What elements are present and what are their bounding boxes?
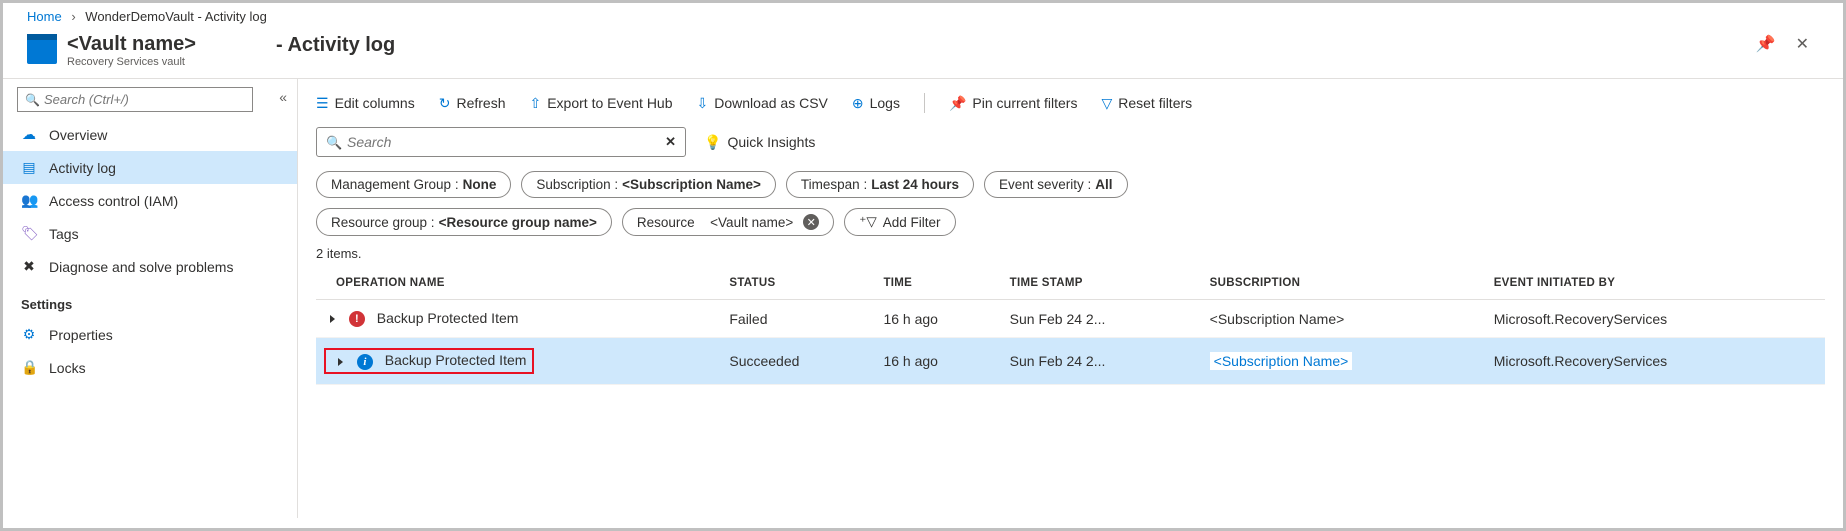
- expand-icon[interactable]: [330, 315, 335, 323]
- pin-icon: 📌: [949, 95, 966, 112]
- filter-severity[interactable]: Event severity : All: [984, 171, 1128, 198]
- chevron-right-icon: ›: [71, 9, 75, 24]
- page-subtitle: Recovery Services vault: [67, 56, 196, 68]
- col-time[interactable]: TIME: [875, 267, 1001, 300]
- col-timestamp[interactable]: TIME STAMP: [1002, 267, 1202, 300]
- filter-timespan[interactable]: Timespan : Last 24 hours: [786, 171, 974, 198]
- sidebar-item-label: Access control (IAM): [49, 193, 178, 209]
- reset-filters-button[interactable]: ▽Reset filters: [1101, 95, 1192, 112]
- cell-initiated-by: Microsoft.RecoveryServices: [1486, 300, 1825, 338]
- download-icon: ⇩: [697, 95, 709, 112]
- wrench-icon: ✖: [21, 258, 37, 275]
- sidebar-item-tags[interactable]: 🏷 Tags: [3, 217, 297, 250]
- col-subscription[interactable]: SUBSCRIPTION: [1202, 267, 1486, 300]
- filter-subscription[interactable]: Subscription : <Subscription Name>: [521, 171, 776, 198]
- filter-clear-icon: ▽: [1101, 95, 1112, 112]
- sidebar-item-label: Activity log: [49, 160, 116, 176]
- cell-time: 16 h ago: [875, 300, 1001, 338]
- filter-management-group[interactable]: Management Group : None: [316, 171, 511, 198]
- filter-resource[interactable]: Resource <Vault name>✕: [622, 208, 834, 236]
- op-name: Backup Protected Item: [385, 352, 527, 368]
- table-row[interactable]: i Backup Protected Item Succeeded 16 h a…: [316, 338, 1825, 384]
- section-title: - Activity log: [276, 34, 395, 57]
- sidebar-item-label: Properties: [49, 327, 113, 343]
- cell-subscription-link[interactable]: <Subscription Name>: [1210, 352, 1353, 370]
- export-button[interactable]: ⇧Export to Event Hub: [529, 95, 672, 112]
- col-operation[interactable]: OPERATION NAME: [316, 267, 721, 300]
- tag-icon: 🏷: [21, 225, 37, 242]
- columns-icon: ☰: [316, 95, 329, 112]
- pin-icon[interactable]: 📌: [1756, 34, 1776, 54]
- status-failed-icon: !: [349, 311, 365, 327]
- sidebar-item-access-control[interactable]: 👥 Access control (IAM): [3, 184, 297, 217]
- op-name: Backup Protected Item: [377, 310, 519, 326]
- clear-search-icon[interactable]: ✕: [665, 134, 676, 150]
- sidebar-group-settings: Settings: [3, 283, 297, 318]
- sliders-icon: ⚙: [21, 326, 37, 343]
- sidebar-item-locks[interactable]: 🔒 Locks: [3, 351, 297, 384]
- activity-table: OPERATION NAME STATUS TIME TIME STAMP SU…: [316, 267, 1825, 385]
- sidebar-item-properties[interactable]: ⚙ Properties: [3, 318, 297, 351]
- bulb-icon: 💡: [704, 134, 721, 151]
- log-icon: ▤: [21, 159, 37, 176]
- filter-add-icon: ⁺▽: [859, 214, 877, 230]
- people-icon: 👥: [21, 192, 37, 209]
- cell-initiated-by: Microsoft.RecoveryServices: [1486, 338, 1825, 384]
- main-search: 🔍 ✕: [316, 127, 686, 157]
- main-content: ☰Edit columns ↻Refresh ⇧Export to Event …: [298, 79, 1843, 518]
- sidebar: 🔍 « ☁ Overview ▤ Activity log 👥 Access c…: [3, 79, 298, 518]
- cell-status: Succeeded: [721, 338, 875, 384]
- page-title: <Vault name>: [67, 34, 196, 54]
- upload-icon: ⇧: [529, 95, 541, 112]
- collapse-icon[interactable]: «: [279, 89, 287, 105]
- search-icon: 🔍: [326, 135, 342, 151]
- separator: [924, 93, 925, 113]
- logs-button[interactable]: ⊕Logs: [852, 95, 900, 112]
- download-csv-button[interactable]: ⇩Download as CSV: [697, 95, 828, 112]
- sidebar-item-label: Locks: [49, 360, 86, 376]
- col-status[interactable]: STATUS: [721, 267, 875, 300]
- cell-timestamp: Sun Feb 24 2...: [1002, 300, 1202, 338]
- breadcrumb-current: WonderDemoVault - Activity log: [85, 9, 267, 24]
- sidebar-item-label: Overview: [49, 127, 107, 143]
- filter-pills: Management Group : None Subscription : <…: [316, 171, 1825, 198]
- cell-time: 16 h ago: [875, 338, 1001, 384]
- sidebar-item-label: Diagnose and solve problems: [49, 259, 233, 275]
- edit-columns-button[interactable]: ☰Edit columns: [316, 95, 415, 112]
- add-filter-button[interactable]: ⁺▽Add Filter: [844, 208, 955, 236]
- logs-icon: ⊕: [852, 95, 864, 112]
- status-success-icon: i: [357, 354, 373, 370]
- cell-status: Failed: [721, 300, 875, 338]
- highlight-box: i Backup Protected Item: [324, 348, 534, 373]
- sidebar-search-input[interactable]: [17, 87, 253, 112]
- breadcrumb-home[interactable]: Home: [27, 9, 62, 24]
- main-search-input[interactable]: [316, 127, 686, 157]
- refresh-button[interactable]: ↻Refresh: [439, 95, 506, 112]
- remove-filter-icon[interactable]: ✕: [803, 214, 819, 230]
- sidebar-item-label: Tags: [49, 226, 79, 242]
- search-icon: 🔍: [25, 93, 40, 107]
- pin-filters-button[interactable]: 📌Pin current filters: [949, 95, 1077, 112]
- sidebar-item-overview[interactable]: ☁ Overview: [3, 118, 297, 151]
- filter-resource-group[interactable]: Resource group : <Resource group name>: [316, 208, 612, 236]
- table-row[interactable]: ! Backup Protected Item Failed 16 h ago …: [316, 300, 1825, 338]
- cell-subscription: <Subscription Name>: [1202, 300, 1486, 338]
- refresh-icon: ↻: [439, 95, 451, 112]
- cloud-icon: ☁: [21, 126, 37, 143]
- lock-icon: 🔒: [21, 359, 37, 376]
- cell-timestamp: Sun Feb 24 2...: [1002, 338, 1202, 384]
- page-header: <Vault name> Recovery Services vault - A…: [3, 28, 1843, 79]
- breadcrumb: Home › WonderDemoVault - Activity log: [3, 3, 1843, 28]
- quick-insights-button[interactable]: 💡 Quick Insights: [704, 134, 815, 151]
- sidebar-item-diagnose[interactable]: ✖ Diagnose and solve problems: [3, 250, 297, 283]
- toolbar: ☰Edit columns ↻Refresh ⇧Export to Event …: [316, 91, 1825, 127]
- col-initiated-by[interactable]: EVENT INITIATED BY: [1486, 267, 1825, 300]
- vault-icon: [27, 34, 57, 64]
- close-icon[interactable]: ✕: [1796, 34, 1809, 54]
- item-count: 2 items.: [316, 246, 1825, 261]
- filter-pills-row2: Resource group : <Resource group name> R…: [316, 208, 1825, 236]
- expand-icon[interactable]: [338, 358, 343, 366]
- sidebar-item-activity-log[interactable]: ▤ Activity log: [3, 151, 297, 184]
